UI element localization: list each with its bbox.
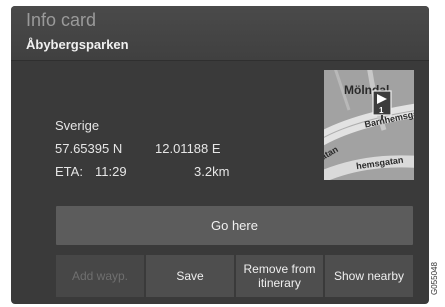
- show-nearby-label: Show nearby: [333, 269, 405, 283]
- add-waypoint-button[interactable]: Add wayp.: [56, 255, 144, 297]
- country-label: Sverige: [55, 118, 100, 133]
- eta-label: ETA:: [55, 164, 83, 179]
- remove-from-itinerary-button[interactable]: Remove from itinerary: [236, 255, 323, 297]
- remove-from-itinerary-label: Remove from itinerary: [243, 262, 316, 290]
- latitude-value: 57.65395 N: [55, 141, 123, 156]
- add-waypoint-label: Add wayp.: [71, 269, 129, 283]
- go-here-button[interactable]: Go here: [56, 206, 413, 245]
- map-marker-number: 1: [379, 106, 384, 115]
- header: Info card Åbybergsparken: [11, 6, 429, 61]
- figure-code: G055048: [430, 262, 439, 295]
- show-nearby-button[interactable]: Show nearby: [325, 255, 413, 297]
- page-title: Info card: [26, 10, 97, 30]
- map-preview: Mölndal Barnhemsga atan hemsgatan 1: [324, 70, 414, 180]
- save-button[interactable]: Save: [146, 255, 234, 297]
- save-label: Save: [176, 269, 204, 283]
- action-bar: Add wayp. Save Remove from itinerary Sho…: [56, 255, 413, 297]
- eta-time: 11:29: [95, 164, 127, 179]
- destination-flag-icon: [372, 90, 392, 120]
- longitude-value: 12.01188 E: [155, 141, 221, 156]
- destination-name: Åbybergsparken: [26, 37, 129, 52]
- info-card-screen: Info card Åbybergsparken Sverige 57.6539…: [11, 6, 429, 304]
- distance-value: 3.2km: [194, 164, 230, 179]
- go-here-label: Go here: [211, 218, 258, 233]
